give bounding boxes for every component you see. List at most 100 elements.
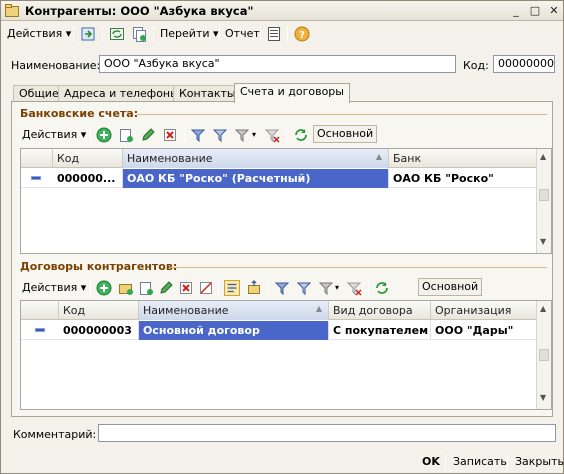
- counterparty-window: Контрагенты: ООО "Азбука вкуса" _ □ ✕ Де…: [0, 0, 564, 474]
- help-icon[interactable]: ?: [294, 26, 310, 42]
- save-button[interactable]: Записать: [453, 455, 507, 468]
- column-header-name[interactable]: Наименование ▲: [123, 149, 389, 168]
- delete-icon[interactable]: [178, 280, 194, 296]
- toolbar-separator: [445, 454, 446, 470]
- filter-icon[interactable]: [274, 280, 290, 296]
- code-label: Код:: [463, 59, 489, 72]
- tab-addresses[interactable]: Адреса и телефоны: [58, 85, 185, 102]
- contract-row-kind[interactable]: С покупателем: [329, 321, 431, 340]
- app-icon: [5, 4, 19, 17]
- filter-history-icon[interactable]: [234, 127, 250, 143]
- close-button[interactable]: Закрыть: [515, 455, 564, 468]
- filter-by-value-icon[interactable]: [296, 280, 312, 296]
- contract-row-organization[interactable]: ООО "Дары": [431, 321, 537, 340]
- actions-menu[interactable]: Действия ▾: [7, 27, 71, 40]
- add-icon[interactable]: [96, 127, 112, 143]
- actions-menu-label: Действия: [7, 27, 63, 40]
- goto-menu[interactable]: Перейти ▾: [160, 27, 219, 40]
- bank-row-bank[interactable]: ОАО КБ "Роско": [389, 169, 537, 188]
- column-header-code[interactable]: Код: [53, 149, 123, 168]
- edit-icon[interactable]: [140, 127, 156, 143]
- column-header-name-label: Наименование: [127, 152, 213, 165]
- main-toolbar: Действия ▾ Перейти ▾ Отчет ?: [3, 23, 561, 45]
- toolbar-separator: [507, 454, 508, 470]
- toolbar-separator: [286, 126, 287, 142]
- tab-panel: Банковские счета: Действия ▾ ▾ Основной …: [11, 101, 553, 417]
- title-bar[interactable]: Контрагенты: ООО "Азбука вкуса" _ □ ✕: [1, 1, 563, 21]
- contracts-main-button[interactable]: Основной: [418, 278, 483, 296]
- minimize-button[interactable]: _: [507, 3, 525, 18]
- add-folder-icon[interactable]: [118, 280, 134, 296]
- column-header-name-label: Наименование: [143, 304, 229, 317]
- write-and-close-icon[interactable]: [80, 26, 96, 42]
- copy-icon[interactable]: [131, 26, 147, 42]
- filter-by-value-icon[interactable]: [212, 127, 228, 143]
- chevron-down-icon[interactable]: ▾: [335, 283, 339, 292]
- report-button[interactable]: Отчет: [225, 27, 260, 40]
- column-header-code[interactable]: Код: [59, 301, 139, 320]
- add-icon[interactable]: [96, 280, 112, 296]
- chevron-down-icon[interactable]: ▾: [252, 130, 256, 139]
- edit-icon[interactable]: [158, 280, 174, 296]
- scroll-thumb[interactable]: [539, 349, 549, 361]
- bank-row-name[interactable]: ОАО КБ "Роско" (Расчетный): [123, 169, 389, 188]
- contracts-title: Договоры контрагентов:: [20, 260, 178, 273]
- bank-row-code[interactable]: 000000...: [53, 169, 123, 188]
- scroll-down-icon[interactable]: ▼: [540, 237, 546, 246]
- filter-icon[interactable]: [190, 127, 206, 143]
- copy-row-icon[interactable]: [118, 127, 134, 143]
- comment-input[interactable]: [98, 424, 556, 442]
- vertical-scrollbar[interactable]: ▲ ▼: [536, 149, 551, 253]
- refresh-icon[interactable]: [293, 127, 309, 143]
- svg-text:?: ?: [299, 30, 305, 41]
- bank-accounts-table[interactable]: Код Наименование ▲ Банк 000000... ОАО КБ …: [20, 148, 552, 254]
- close-window-button[interactable]: ✕: [545, 3, 563, 18]
- contracts-actions-label: Действия: [22, 281, 78, 294]
- delete-icon[interactable]: [162, 127, 178, 143]
- tab-general[interactable]: Общие: [13, 85, 65, 102]
- contract-row-name[interactable]: Основной договор: [139, 321, 329, 340]
- chevron-down-icon: ▾: [65, 27, 72, 40]
- scroll-thumb[interactable]: [539, 189, 549, 201]
- column-header-bank[interactable]: Банк: [389, 149, 537, 168]
- column-header-organization[interactable]: Организация: [431, 301, 537, 320]
- set-main-icon[interactable]: [224, 280, 240, 296]
- name-input[interactable]: ООО "Азбука вкуса": [99, 55, 456, 73]
- tab-accounts-contracts[interactable]: Счета и договоры: [234, 83, 350, 103]
- parent-level-icon[interactable]: [246, 280, 262, 296]
- list-icon[interactable]: [266, 26, 282, 42]
- toolbar-separator: [90, 279, 91, 295]
- refresh-form-icon[interactable]: [109, 26, 125, 42]
- scroll-down-icon[interactable]: ▼: [540, 393, 546, 402]
- toolbar-separator: [287, 26, 288, 42]
- contract-row-code[interactable]: 000000003: [59, 321, 139, 340]
- column-header-name[interactable]: Наименование ▲: [139, 301, 329, 320]
- table-header: Код Наименование ▲ Банк: [21, 149, 537, 168]
- copy-row-icon[interactable]: [138, 280, 154, 296]
- row-marker-header: [21, 301, 59, 320]
- tab-contacts[interactable]: Контакты: [173, 85, 242, 102]
- filter-off-icon[interactable]: [264, 127, 280, 143]
- contracts-table[interactable]: Код Наименование ▲ Вид договора Организац…: [20, 300, 552, 410]
- filter-history-icon[interactable]: [318, 280, 334, 296]
- window-title: Контрагенты: ООО "Азбука вкуса": [25, 4, 254, 18]
- refresh-icon[interactable]: [374, 280, 390, 296]
- bank-actions-menu[interactable]: Действия ▾: [22, 128, 86, 141]
- toolbar-separator: [368, 279, 369, 295]
- bank-accounts-title: Банковские счета:: [20, 107, 139, 120]
- row-marker-icon: [35, 328, 45, 332]
- vertical-scrollbar[interactable]: ▲ ▼: [536, 301, 551, 409]
- contracts-actions-menu[interactable]: Действия ▾: [22, 281, 86, 294]
- bank-main-button[interactable]: Основной: [313, 125, 378, 143]
- comment-label: Комментарий:: [13, 428, 97, 441]
- ok-button[interactable]: OK: [422, 455, 440, 468]
- maximize-button[interactable]: □: [526, 3, 544, 18]
- table-row[interactable]: 000000... ОАО КБ "Роско" (Расчетный) ОАО…: [21, 169, 537, 188]
- mark-deletion-icon[interactable]: [198, 280, 214, 296]
- scroll-up-icon[interactable]: ▲: [540, 304, 546, 313]
- code-input[interactable]: 000000005: [493, 55, 555, 73]
- column-header-kind[interactable]: Вид договора: [329, 301, 431, 320]
- scroll-up-icon[interactable]: ▲: [540, 152, 546, 161]
- table-row[interactable]: 000000003 Основной договор С покупателем…: [21, 321, 537, 340]
- filter-off-icon[interactable]: [346, 280, 362, 296]
